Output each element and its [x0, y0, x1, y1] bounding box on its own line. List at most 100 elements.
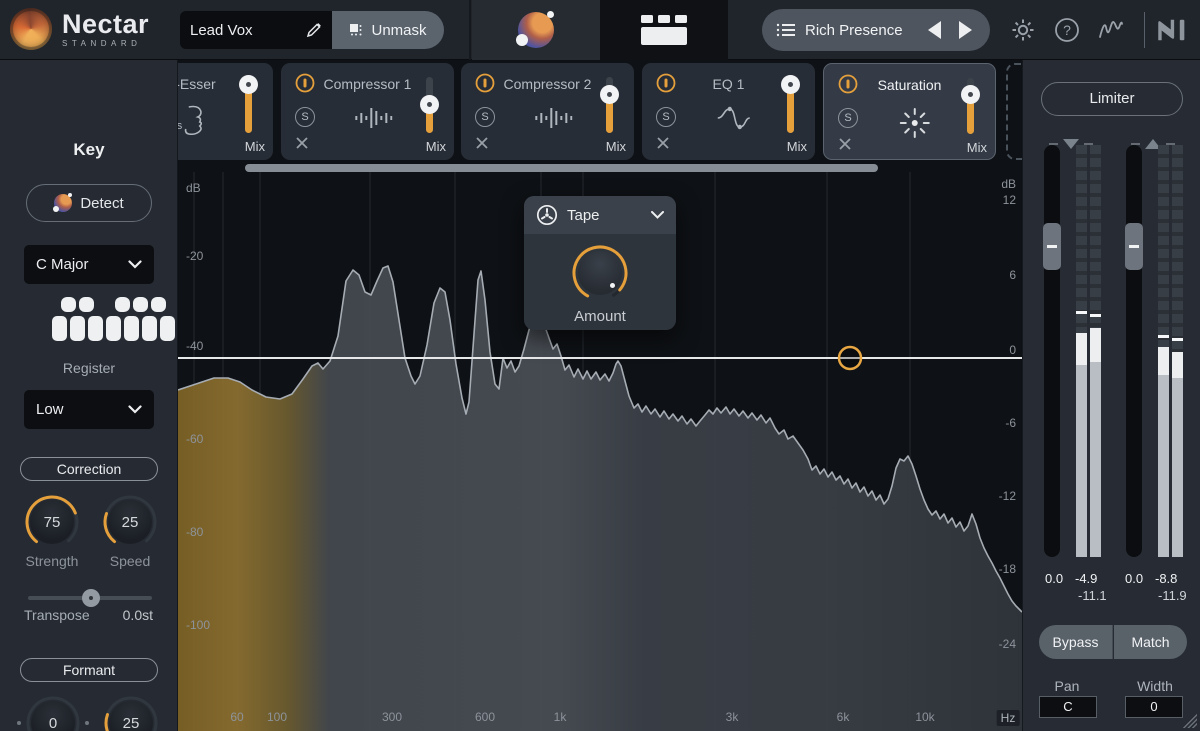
pan-label: Pan	[1037, 678, 1097, 694]
unmask-button[interactable]: Unmask	[332, 11, 444, 49]
input-gain-fader[interactable]	[1044, 145, 1060, 557]
note-c-sharp[interactable]	[61, 297, 76, 312]
amount-knob-face[interactable]	[578, 251, 622, 295]
chevron-down-icon	[128, 405, 142, 414]
limiter-button[interactable]: Limiter	[1041, 82, 1183, 116]
close-icon[interactable]	[656, 136, 670, 150]
note-f-sharp[interactable]	[115, 297, 130, 312]
axis-label: 6	[1009, 268, 1016, 282]
solo-button[interactable]: S	[656, 107, 676, 127]
close-icon[interactable]	[295, 136, 309, 150]
chain-view-icon	[636, 13, 692, 47]
pan-value-box[interactable]: C	[1039, 696, 1097, 718]
preset-next-button[interactable]	[959, 21, 972, 39]
tab-chain-view[interactable]	[600, 0, 728, 60]
settings-gear-icon[interactable]	[1010, 17, 1036, 43]
output-panel: Limiter	[1022, 60, 1200, 731]
saturation-icon	[897, 106, 931, 140]
tab-assistant-view[interactable]	[472, 0, 600, 60]
transpose-handle[interactable]	[82, 589, 100, 607]
module-eq-1[interactable]: EQ 1 S Mix	[642, 63, 815, 160]
detect-button[interactable]: Detect	[26, 184, 152, 222]
preset-selector[interactable]: Rich Presence	[762, 9, 990, 51]
shift-knob[interactable]: 0	[25, 695, 81, 731]
module-de-esser[interactable]: De-Esser s Mix	[178, 63, 273, 160]
module-saturation[interactable]: Saturation S Mix	[823, 63, 996, 160]
gain-node-handle[interactable]	[839, 347, 861, 369]
mix-label: Mix	[967, 140, 987, 155]
output-gain-fader[interactable]	[1126, 145, 1142, 557]
key-note-display[interactable]	[26, 297, 152, 342]
mix-label: Mix	[787, 139, 807, 154]
chevron-down-icon	[651, 211, 664, 219]
izotope-squiggle-icon[interactable]	[1098, 17, 1124, 43]
pencil-icon[interactable]	[306, 22, 322, 38]
solo-button[interactable]: S	[475, 107, 495, 127]
transpose-value: 0.0st	[123, 607, 153, 623]
solo-button[interactable]: S	[295, 107, 315, 127]
register-dropdown[interactable]: Low	[24, 390, 154, 429]
transpose-slider[interactable]	[28, 589, 152, 607]
help-icon[interactable]: ?	[1054, 17, 1080, 43]
note-b[interactable]	[160, 316, 175, 341]
output-gr-readout: -8.8	[1155, 571, 1177, 586]
bypass-button[interactable]: Bypass	[1039, 625, 1113, 659]
detect-label: Detect	[80, 195, 123, 212]
note-a[interactable]	[142, 316, 157, 341]
axis-label: 600	[475, 710, 495, 724]
note-d-sharp[interactable]	[79, 297, 94, 312]
width-value-box[interactable]: 0	[1125, 696, 1183, 718]
key-sidebar: Key Detect C Major Register L	[0, 60, 178, 731]
key-dropdown[interactable]: C Major	[24, 245, 154, 284]
note-g-sharp[interactable]	[133, 297, 148, 312]
next-module-slot[interactable]	[1006, 63, 1022, 160]
track-name-value: Lead Vox	[190, 22, 306, 39]
note-g[interactable]	[124, 316, 139, 341]
main-area: De-Esser s Mix Compressor 1 S	[178, 60, 1022, 731]
scale-knob[interactable]: 25	[103, 695, 159, 731]
resize-handle[interactable]	[1183, 714, 1197, 728]
amount-knob[interactable]	[571, 244, 629, 302]
module-chain-scrollbar[interactable]	[245, 164, 878, 172]
knob-tick	[17, 721, 21, 725]
preset-prev-button[interactable]	[928, 21, 941, 39]
module-compressor-2[interactable]: Compressor 2 S Mix	[461, 63, 634, 160]
input-gr-readout: -4.9	[1075, 571, 1097, 586]
saturation-mode-value: Tape	[567, 207, 642, 224]
note-a-sharp[interactable]	[151, 297, 166, 312]
axis-label: 100	[267, 710, 287, 724]
axis-label: -12	[999, 489, 1016, 503]
saturation-mode-dropdown[interactable]: Tape	[524, 196, 676, 234]
app-logo: Nectar STANDARD	[10, 8, 149, 50]
divider	[469, 0, 471, 60]
speed-knob[interactable]: 25	[102, 494, 158, 550]
output-meter-right	[1172, 145, 1183, 557]
axis-label: -80	[186, 525, 203, 539]
axis-label: 300	[382, 710, 402, 724]
solo-button[interactable]: S	[838, 108, 858, 128]
input-rms-readout: -11.1	[1078, 588, 1107, 603]
strength-knob[interactable]: 75	[24, 494, 80, 550]
knob-tick	[85, 721, 89, 725]
app-name: Nectar	[62, 11, 149, 37]
note-d[interactable]	[70, 316, 85, 341]
compressor-icon	[534, 105, 572, 131]
note-e[interactable]	[88, 316, 103, 341]
nectar-logo-icon	[10, 8, 52, 50]
track-name-input[interactable]: Lead Vox	[180, 11, 332, 49]
fader-handle[interactable]	[1043, 223, 1061, 270]
preset-name: Rich Presence	[805, 22, 928, 39]
module-compressor-1[interactable]: Compressor 1 S Mix	[281, 63, 454, 160]
close-icon[interactable]	[475, 136, 489, 150]
note-c[interactable]	[52, 316, 67, 341]
axis-label: 10k	[915, 710, 934, 724]
match-button[interactable]: Match	[1114, 625, 1187, 659]
close-icon[interactable]	[838, 137, 852, 151]
axis-label: 60	[230, 710, 243, 724]
compressor-icon	[354, 105, 392, 131]
preset-list-icon[interactable]	[776, 21, 796, 39]
fader-handle[interactable]	[1125, 223, 1143, 270]
note-f[interactable]	[106, 316, 121, 341]
amount-label: Amount	[524, 308, 676, 325]
correction-section-header: Correction	[20, 457, 158, 481]
